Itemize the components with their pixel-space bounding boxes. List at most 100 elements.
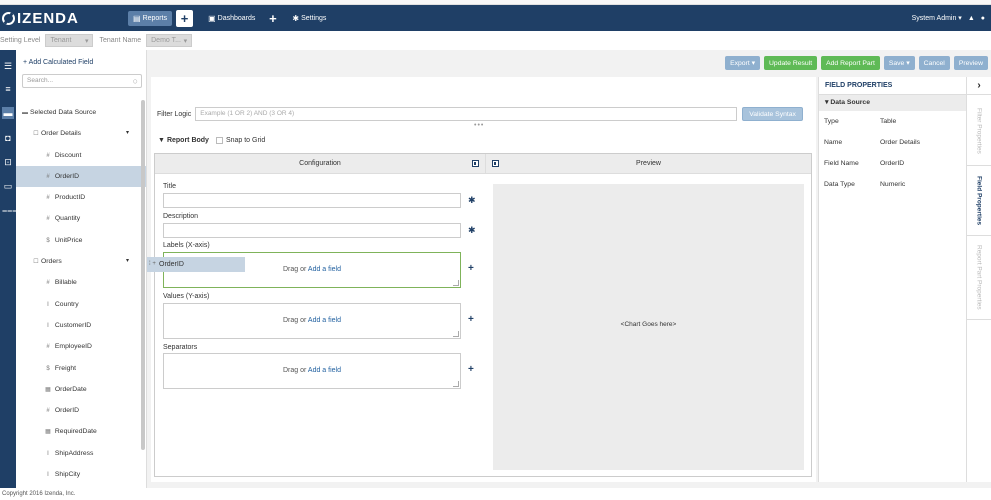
add-label-field-icon[interactable]: + xyxy=(468,263,474,274)
field-type-icon: ▦ xyxy=(45,429,51,436)
menu-icon[interactable]: ☰ xyxy=(2,60,14,72)
tab-field-properties[interactable]: Field Properties xyxy=(967,166,991,236)
title-input[interactable] xyxy=(163,193,461,208)
field-type-icon: # xyxy=(46,344,50,351)
caret-down-icon[interactable]: ▾ xyxy=(126,123,129,144)
tenant-name-label: Tenant Name xyxy=(99,37,142,44)
report-body-header: ▼ Report Body Snap to Grid xyxy=(158,137,265,144)
report-toolbar: Export ▾ Update Result Add Report Part S… xyxy=(149,50,991,76)
add-report-part-button[interactable]: Add Report Part xyxy=(821,56,880,70)
fields-icon[interactable]: ▬ xyxy=(2,107,14,119)
tree-field[interactable]: # OrderID xyxy=(16,165,146,188)
tree-field[interactable]: # ProductID xyxy=(16,187,146,208)
new-report-button[interactable]: + xyxy=(176,9,194,27)
izenda-logo-icon xyxy=(2,11,15,25)
chevron-down-icon[interactable]: ▼ xyxy=(158,137,165,144)
tree-field[interactable]: $ Freight xyxy=(16,358,146,379)
table-icon[interactable]: ▭ xyxy=(2,180,14,192)
user-menu[interactable]: System Admin ▾ xyxy=(912,14,962,22)
cancel-button[interactable]: Cancel xyxy=(918,56,950,70)
chevron-right-icon[interactable]: › xyxy=(967,77,991,95)
new-dashboard-button[interactable]: + xyxy=(264,10,281,27)
tree-field[interactable]: I CustomerID xyxy=(16,315,146,336)
validate-syntax-button[interactable]: Validate Syntax xyxy=(742,107,803,121)
report-body: Configuration Preview Title ✱ Descriptio… xyxy=(147,153,812,477)
separators-drop-zone[interactable]: Drag or Add a field xyxy=(163,353,461,389)
dashboard-icon: ▣ xyxy=(208,13,216,23)
field-properties-title: FIELD PROPERTIES xyxy=(819,77,966,95)
data-source-section[interactable]: ▾ Data Source xyxy=(819,95,966,111)
filter-logic-input[interactable]: Example (1 OR 2) AND (3 OR 4) xyxy=(195,107,738,121)
add-field-link[interactable]: Add a field xyxy=(308,367,341,374)
add-field-link[interactable]: Add a field xyxy=(308,266,341,273)
field-type-icon: $ xyxy=(46,237,50,244)
values-y-axis-label: Values (Y-axis) xyxy=(163,293,210,300)
description-input[interactable] xyxy=(163,223,461,238)
report-part-icon[interactable]: ◘ xyxy=(2,132,14,144)
add-separator-field-icon[interactable]: + xyxy=(468,364,474,375)
description-label: Description xyxy=(163,213,199,220)
tree-field[interactable]: # Discount xyxy=(16,145,146,166)
search-icon: ○ xyxy=(132,76,138,86)
export-icon[interactable]: ⊡ xyxy=(2,156,14,168)
properties-side-tabs: › Filter Properties Field Properties Rep… xyxy=(966,77,991,482)
gear-icon[interactable]: ✱ xyxy=(468,195,476,206)
tree-root[interactable]: ▬ Selected Data Source xyxy=(16,102,146,123)
tree-field[interactable]: I ShipAddress xyxy=(16,443,146,464)
tree-scrollbar[interactable] xyxy=(141,100,145,450)
resize-grip[interactable] xyxy=(453,280,459,286)
tree-table[interactable]: ☐ Orders ▾ xyxy=(16,251,146,272)
tree-field[interactable]: I ShipCity xyxy=(16,464,146,485)
field-type-icon: I xyxy=(47,450,49,457)
bell-icon[interactable]: ▲ xyxy=(968,15,975,22)
nav-settings[interactable]: ✱ Settings xyxy=(287,11,331,26)
help-icon[interactable]: ● xyxy=(981,15,985,22)
prop-row-field-name: Field Name OrderID xyxy=(824,160,905,167)
tree-table[interactable]: ☐ Order Details ▾ xyxy=(16,123,146,144)
collapse-preview-icon[interactable] xyxy=(492,160,499,167)
tab-filter-properties[interactable]: Filter Properties xyxy=(967,96,991,166)
field-type-icon: I xyxy=(47,301,49,308)
resize-grip[interactable] xyxy=(453,331,459,337)
filter-icon[interactable]: ⩶ xyxy=(2,204,17,216)
tree-field[interactable]: # Billable xyxy=(16,272,146,293)
add-calculated-field-link[interactable]: + Add Calculated Field xyxy=(23,59,93,66)
tree-field[interactable]: $ UnitPrice xyxy=(16,230,146,251)
preview-header: Preview xyxy=(485,154,811,174)
tree-field[interactable]: ▦ RequiredDate xyxy=(16,421,146,442)
tenant-name-select[interactable]: Demo T... ▾ xyxy=(146,34,193,47)
title-label: Title xyxy=(163,183,176,190)
tree-field[interactable]: ▦ OrderDate xyxy=(16,379,146,400)
update-result-button[interactable]: Update Result xyxy=(764,56,818,70)
tree-field[interactable]: # Quantity xyxy=(16,208,146,229)
add-value-field-icon[interactable]: + xyxy=(468,314,474,325)
resize-handle[interactable]: ••• xyxy=(474,122,484,129)
collapse-configuration-icon[interactable] xyxy=(472,160,479,167)
add-field-link[interactable]: Add a field xyxy=(308,317,341,324)
preview-button[interactable]: Preview xyxy=(953,56,988,70)
gear-icon[interactable]: ✱ xyxy=(468,225,476,236)
nav-reports[interactable]: ▤ Reports xyxy=(128,10,173,26)
dragged-field-chip[interactable]: ⁞ + OrderID xyxy=(147,257,245,272)
export-button[interactable]: Export ▾ xyxy=(725,56,761,70)
field-search-input[interactable]: Search... ○ xyxy=(22,74,142,88)
drag-handle-icon: ⁞ + xyxy=(149,261,156,267)
izenda-logo[interactable]: IZENDA xyxy=(2,10,128,27)
field-type-icon: # xyxy=(46,195,50,202)
tree-field[interactable]: # EmployeeID xyxy=(16,336,146,357)
tab-report-part-properties[interactable]: Report Part Properties xyxy=(967,236,991,320)
nav-dashboards[interactable]: ▣ Dashboards xyxy=(203,11,260,26)
values-drop-zone[interactable]: Drag or Add a field xyxy=(163,303,461,339)
resize-grip[interactable] xyxy=(453,381,459,387)
tree-field[interactable]: I Country xyxy=(16,294,146,315)
tree-field[interactable]: # OrderID xyxy=(16,400,146,421)
snap-to-grid-label: Snap to Grid xyxy=(225,137,266,144)
icon-rail: ☰ ≡ ▬ ◘ ⊡ ▭ ⩶ xyxy=(0,50,17,490)
setting-level-select[interactable]: Tenant ▾ xyxy=(45,34,94,47)
snap-to-grid-checkbox[interactable] xyxy=(215,137,223,144)
save-button[interactable]: Save ▾ xyxy=(883,56,915,70)
caret-down-icon[interactable]: ▾ xyxy=(126,251,129,272)
list-icon[interactable]: ≡ xyxy=(2,83,14,95)
filter-logic-row: Filter Logic Example (1 OR 2) AND (3 OR … xyxy=(157,107,803,121)
report-body-title: Report Body xyxy=(166,137,209,144)
